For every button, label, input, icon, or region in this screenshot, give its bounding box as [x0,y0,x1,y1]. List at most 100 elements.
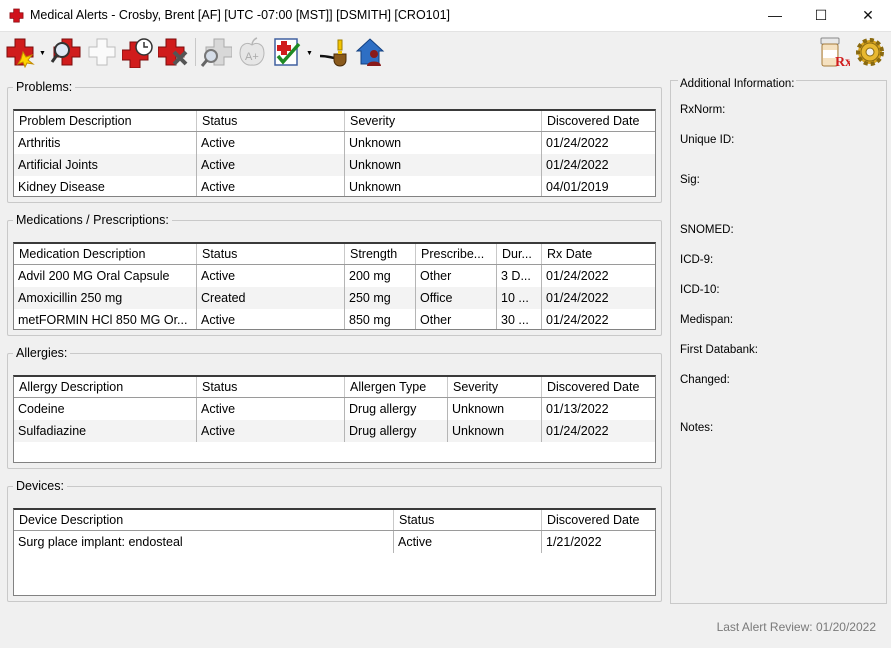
table-cell: Codeine [14,398,197,420]
column-header[interactable]: Allergen Type [345,377,448,397]
changed-label: Changed: [680,374,730,386]
column-header[interactable]: Strength [345,244,416,264]
settings-button[interactable] [854,36,886,68]
table-cell: Active [197,398,345,420]
column-header[interactable]: Discovered Date [542,377,655,397]
medications-table[interactable]: Medication Description Status Strength P… [13,242,656,330]
close-button[interactable]: ✕ [845,0,891,31]
column-header[interactable]: Status [197,244,345,264]
last-alert-review: Last Alert Review: 01/20/2022 [716,620,876,634]
table-cell: Active [197,154,345,176]
column-header[interactable]: Dur... [497,244,542,264]
table-row[interactable]: Advil 200 MG Oral Capsule Active 200 mg … [14,265,655,287]
title-bar: Medical Alerts - Crosby, Brent [AF] [UTC… [0,0,891,32]
additional-info-legend: Additional Information: [678,78,797,90]
column-header[interactable]: Status [197,111,345,131]
table-cell: metFORMIN HCl 850 MG Or... [14,309,197,329]
snomed-label: SNOMED: [680,224,734,236]
minimize-button[interactable]: — [752,0,798,31]
patient-home-button[interactable] [354,36,386,68]
column-header[interactable]: Status [197,377,345,397]
medical-cross-icon [9,8,24,23]
table-cell: Other [416,309,497,329]
home-person-icon [355,38,385,66]
table-cell: Unknown [345,154,542,176]
allergies-legend: Allergies: [16,346,68,360]
prescription-bottle-icon: Rx [820,37,852,70]
add-alert-button[interactable] [5,36,37,69]
education-button[interactable]: A+ [236,36,268,68]
medications-header: Medication Description Status Strength P… [14,244,655,265]
prescription-button[interactable]: Rx [818,36,852,70]
column-header[interactable]: Rx Date [542,244,655,264]
column-header[interactable]: Severity [448,377,542,397]
table-row[interactable]: Kidney Disease Active Unknown 04/01/2019 [14,176,655,196]
toolbar: ▼ A+ ▼ Rx [0,32,891,74]
add-alert-icon [6,38,35,69]
table-cell: Amoxicillin 250 mg [14,287,197,309]
table-cell: Drug allergy [345,420,448,442]
table-cell: Created [197,287,345,309]
problems-legend: Problems: [16,80,73,94]
table-cell: 30 ... [497,309,542,329]
table-row[interactable]: Sulfadiazine Active Drug allergy Unknown… [14,420,655,442]
column-header[interactable]: Severity [345,111,542,131]
column-header[interactable]: Medication Description [14,244,197,264]
column-header[interactable]: Problem Description [14,111,197,131]
table-cell: 01/13/2022 [542,398,655,420]
dropdown-arrow-icon[interactable]: ▼ [39,50,46,57]
table-cell: Drug allergy [345,398,448,420]
table-cell: 200 mg [345,265,416,287]
additional-info-panel [670,80,887,604]
table-row[interactable]: Amoxicillin 250 mg Created 250 mg Office… [14,287,655,309]
table-cell: Arthritis [14,132,197,154]
table-cell: 01/24/2022 [542,309,655,329]
table-row[interactable]: metFORMIN HCl 850 MG Or... Active 850 mg… [14,309,655,329]
table-cell: 01/24/2022 [542,265,655,287]
table-cell: 10 ... [497,287,542,309]
toolbar-separator [195,38,196,66]
search-alert-button[interactable] [50,36,82,68]
column-header[interactable]: Discovered Date [542,111,655,131]
smoking-status-button[interactable] [318,36,350,68]
table-row[interactable]: Artificial Joints Active Unknown 01/24/2… [14,154,655,176]
problems-table[interactable]: Problem Description Status Severity Disc… [13,109,656,197]
maximize-button[interactable]: ☐ [798,0,844,31]
column-header[interactable]: Status [394,510,542,530]
table-cell: Active [197,176,345,196]
review-checklist-button[interactable] [272,36,304,68]
delete-alert-button[interactable] [157,36,190,68]
table-cell: 01/24/2022 [542,154,655,176]
table-row[interactable]: Arthritis Active Unknown 01/24/2022 [14,132,655,154]
table-cell: Office [416,287,497,309]
table-cell: Other [416,265,497,287]
column-header[interactable]: Discovered Date [542,510,655,530]
blank-alert-button[interactable] [86,36,118,68]
find-disabled-button[interactable] [200,36,233,68]
unique-id-label: Unique ID: [680,134,735,146]
alert-history-button[interactable] [121,36,154,69]
gear-icon [856,38,884,66]
table-cell: Sulfadiazine [14,420,197,442]
table-row[interactable]: Codeine Active Drug allergy Unknown 01/1… [14,398,655,420]
devices-table[interactable]: Device Description Status Discovered Dat… [13,508,656,596]
dropdown-arrow-icon[interactable]: ▼ [306,50,313,57]
disabled-search-icon [200,38,233,67]
table-cell: 01/24/2022 [542,132,655,154]
disabled-cross-icon [88,38,116,66]
table-cell: Unknown [448,398,542,420]
devices-legend: Devices: [16,479,64,493]
medispan-label: Medispan: [680,314,734,326]
column-header[interactable]: Device Description [14,510,394,530]
table-cell: Active [197,132,345,154]
table-cell: Artificial Joints [14,154,197,176]
column-header[interactable]: Prescribe... [416,244,497,264]
table-cell: Surg place implant: endosteal [14,531,394,553]
column-header[interactable]: Allergy Description [14,377,197,397]
table-row[interactable]: Surg place implant: endosteal Active 1/2… [14,531,655,553]
table-cell: Unknown [345,176,542,196]
icd10-label: ICD-10: [680,284,720,296]
table-cell: Active [394,531,542,553]
medications-group: Medications / Prescriptions: Medication … [7,213,662,336]
allergies-table[interactable]: Allergy Description Status Allergen Type… [13,375,656,463]
